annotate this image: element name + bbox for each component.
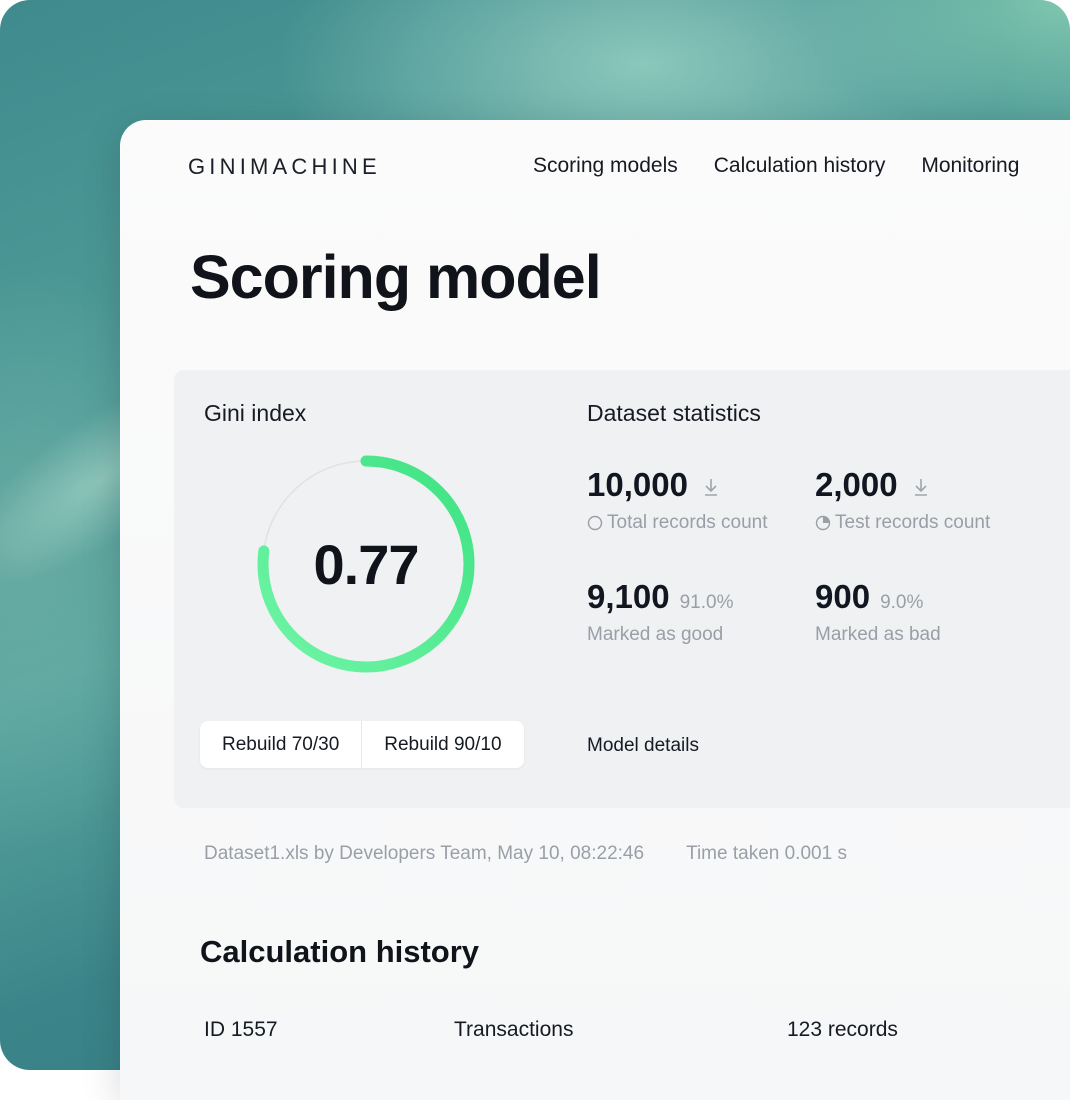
page-title: Scoring model (190, 243, 602, 311)
stat-total-records: 10,000 Total records count (587, 466, 768, 534)
total-records-label: Total records count (607, 512, 768, 533)
marked-bad-percent: 9.0% (880, 592, 924, 613)
gini-index-label: Gini index (204, 400, 307, 426)
rebuild-button-group: Rebuild 70/30 Rebuild 90/10 (200, 721, 524, 768)
download-icon[interactable] (912, 476, 930, 498)
marked-good-value: 9,100 (587, 578, 670, 615)
top-nav: Scoring models Calculation history Monit… (533, 154, 1019, 178)
dataset-statistics-title: Dataset statistics (587, 400, 761, 426)
history-row-name: Transactions (454, 1018, 574, 1041)
model-details-link[interactable]: Model details (587, 735, 699, 757)
test-records-label: Test records count (835, 512, 991, 533)
model-summary-panel: Gini index 0.77 Rebuild 70/30 Rebuild 90… (174, 370, 1070, 808)
test-records-value: 2,000 (815, 466, 898, 503)
logo[interactable]: GINIMACHINE (188, 154, 381, 180)
dataset-meta: Dataset1.xls by Developers Team, May 10,… (204, 843, 847, 865)
download-icon[interactable] (702, 476, 720, 498)
stat-marked-good: 9,100 91.0% Marked as good (587, 578, 733, 646)
history-row-records: 123 records (787, 1018, 898, 1041)
history-row-id: ID 1557 (204, 1018, 278, 1041)
rebuild-70-30-button[interactable]: Rebuild 70/30 (200, 721, 361, 768)
app-window: GINIMACHINE Scoring models Calculation h… (120, 120, 1070, 1100)
history-row[interactable]: ID 1557 Transactions 123 records (204, 1018, 1070, 1048)
marked-bad-value: 900 (815, 578, 871, 615)
marked-bad-label: Marked as bad (815, 624, 941, 645)
time-taken: Time taken 0.001 s (686, 843, 847, 864)
marked-good-label: Marked as good (587, 624, 724, 645)
pie-icon (815, 515, 831, 531)
rebuild-90-10-button[interactable]: Rebuild 90/10 (361, 721, 523, 768)
circle-icon (587, 515, 603, 531)
dataset-source: Dataset1.xls by Developers Team, May 10,… (204, 843, 645, 864)
nav-monitoring[interactable]: Monitoring (921, 154, 1019, 178)
calculation-history-title: Calculation history (200, 934, 480, 969)
marked-good-percent: 91.0% (679, 592, 734, 613)
stat-test-records: 2,000 Test records count (815, 466, 990, 534)
nav-calculation-history[interactable]: Calculation history (714, 154, 886, 178)
total-records-value: 10,000 (587, 466, 688, 503)
gini-value: 0.77 (313, 532, 420, 596)
stat-marked-bad: 900 9.0% Marked as bad (815, 578, 941, 646)
nav-scoring-models[interactable]: Scoring models (533, 154, 678, 178)
